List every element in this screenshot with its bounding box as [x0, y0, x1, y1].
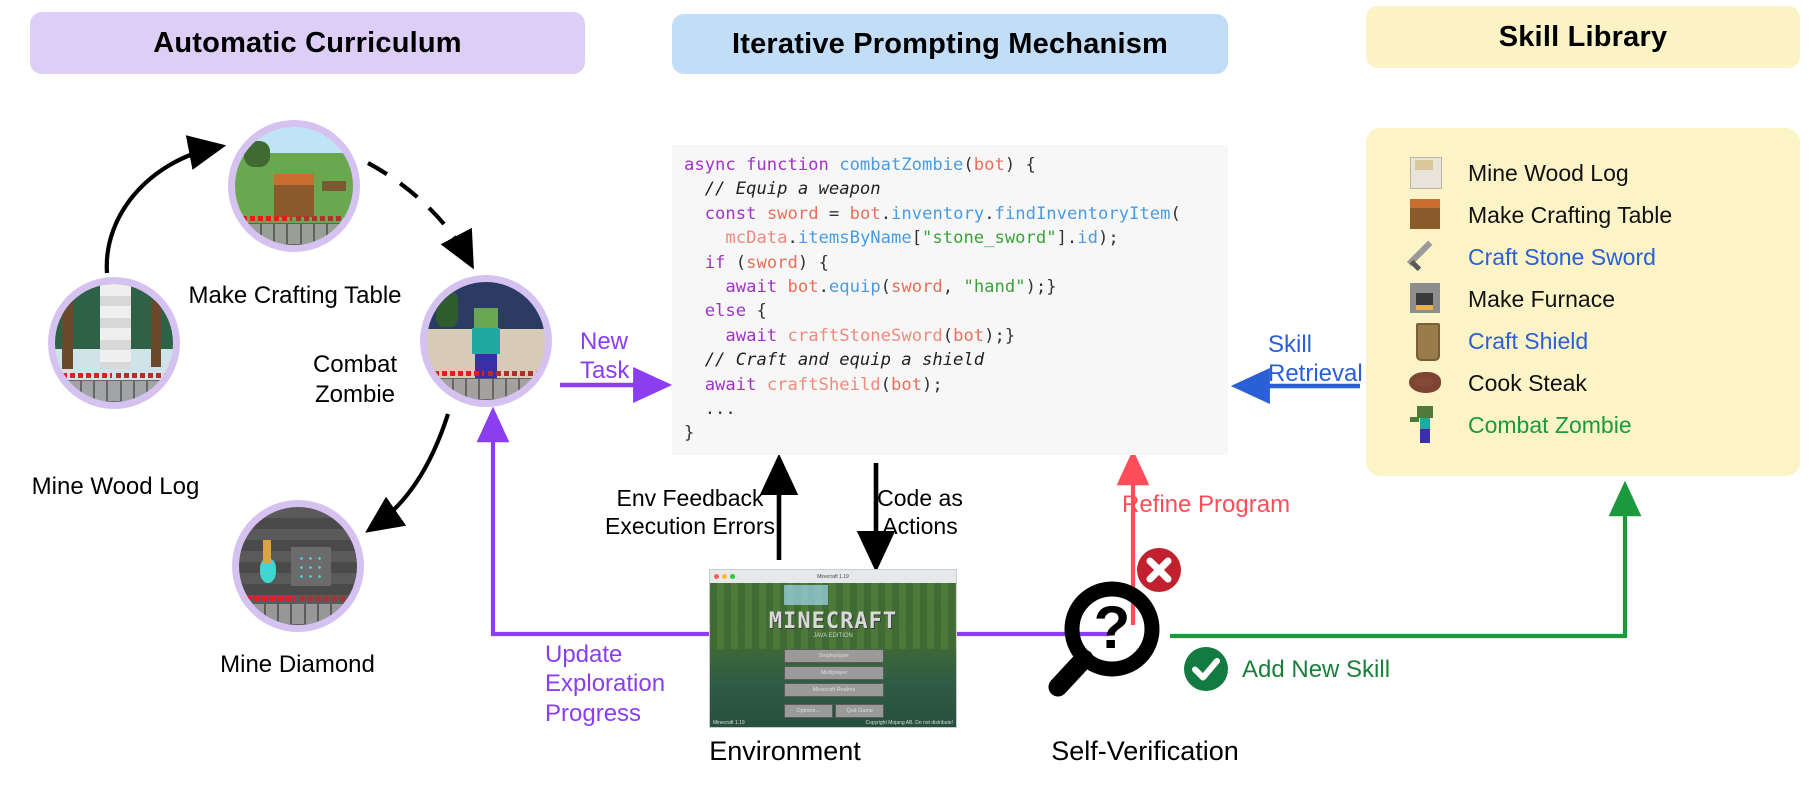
- zombie-icon: [1404, 405, 1450, 445]
- skill-label: Craft Shield: [1468, 327, 1589, 354]
- curriculum-label-mine-wood-log: Mine Wood Log: [31, 473, 200, 500]
- skill-label: Make Crafting Table: [1468, 201, 1673, 228]
- steak-icon: [1404, 363, 1450, 403]
- curriculum-label-combat-zombie-line1: Combat: [312, 351, 398, 378]
- curriculum-label-combat-zombie-line2: Zombie: [314, 381, 396, 408]
- skill-item-combat-zombie[interactable]: Combat Zombie: [1404, 404, 1632, 446]
- skill-label: Mine Wood Log: [1468, 159, 1629, 186]
- curriculum-label-make-crafting-table: Make Crafting Table: [188, 282, 402, 309]
- code-snippet: async function combatZombie(bot) { // Eq…: [672, 145, 1228, 455]
- minecraft-environment-window[interactable]: Minecraft 1.19 MINECRAFT JAVA EDITION Si…: [709, 569, 957, 728]
- minecraft-realms-button[interactable]: Minecraft Realms: [783, 683, 885, 697]
- quit-game-button[interactable]: Quit Game: [835, 704, 885, 718]
- skill-item-make-furnace[interactable]: Make Furnace: [1404, 278, 1615, 320]
- header-automatic-curriculum: Automatic Curriculum: [30, 12, 585, 74]
- shield-icon: [1404, 321, 1450, 361]
- header-skill-library: Skill Library: [1366, 6, 1800, 68]
- svg-text:?: ?: [1094, 594, 1131, 661]
- furnace-icon: [1404, 279, 1450, 319]
- window-traffic-lights[interactable]: [714, 574, 735, 579]
- curriculum-label-combat-zombie: Combat Zombie: [290, 350, 420, 410]
- skill-item-craft-stone-sword[interactable]: Craft Stone Sword: [1404, 236, 1656, 278]
- label-update-exploration-progress: Update Exploration Progress: [545, 640, 705, 728]
- curriculum-node-make-crafting-table[interactable]: [228, 120, 360, 252]
- label-env-feedback: Env Feedback Execution Errors: [585, 484, 795, 540]
- skill-label: Craft Stone Sword: [1468, 243, 1656, 270]
- curriculum-node-mine-diamond[interactable]: [232, 500, 364, 632]
- curriculum-node-mine-wood-log[interactable]: [48, 277, 180, 409]
- header-iterative-prompting-label: Iterative Prompting Mechanism: [731, 27, 1169, 60]
- success-check-icon: [1182, 645, 1230, 693]
- label-code-as-actions: Code as Actions: [855, 484, 985, 540]
- singleplayer-button[interactable]: Singleplayer: [783, 649, 885, 663]
- header-automatic-curriculum-label: Automatic Curriculum: [153, 26, 462, 59]
- node-image-make-crafting-table: [235, 127, 353, 245]
- node-image-mine-wood-log: [55, 284, 173, 402]
- stone-sword-icon: [1404, 237, 1450, 277]
- label-update-line3: Progress: [545, 699, 642, 727]
- label-code-as-actions-line2: Actions: [882, 513, 958, 540]
- minecraft-subtitle: JAVA EDITION: [813, 633, 853, 639]
- header-skill-library-label: Skill Library: [1498, 20, 1668, 53]
- multiplayer-button[interactable]: Multiplayer: [783, 666, 885, 680]
- skill-library-panel: Mine Wood Log Make Crafting Table Craft …: [1366, 128, 1800, 476]
- magnifier-question-icon: ?: [1048, 577, 1168, 697]
- minecraft-logo: MINECRAFT: [768, 609, 898, 634]
- label-skill-retrieval-line1: Skill: [1268, 331, 1313, 358]
- node-image-combat-zombie: [427, 282, 545, 400]
- label-environment: Environment: [709, 736, 861, 766]
- window-title: Minecraft 1.19: [817, 573, 849, 580]
- wood-log-icon: [1404, 153, 1450, 193]
- minecraft-copyright: Copyright Mojang AB. Do not distribute!: [865, 720, 953, 726]
- label-skill-retrieval-line2: Retrieval: [1268, 360, 1363, 388]
- label-update-line1: Update: [545, 641, 623, 668]
- label-env-feedback-line2: Execution Errors: [604, 513, 775, 540]
- label-add-new-skill: Add New Skill: [1242, 656, 1391, 683]
- label-new-task: New Task: [580, 327, 676, 386]
- label-update-line2: Exploration: [545, 670, 666, 698]
- label-env-feedback-line1: Env Feedback: [616, 485, 764, 511]
- label-self-verification: Self-Verification: [1051, 736, 1239, 766]
- curriculum-label-mine-diamond: Mine Diamond: [220, 651, 375, 678]
- label-new-task-line1: New: [580, 328, 629, 355]
- label-new-task-line2: Task: [580, 357, 630, 385]
- skill-label: Make Furnace: [1468, 285, 1616, 312]
- skill-label: Cook Steak: [1468, 369, 1587, 396]
- minecraft-menu-screen: MINECRAFT JAVA EDITION Singleplayer Mult…: [710, 583, 956, 727]
- options-button[interactable]: Options...: [783, 704, 833, 718]
- crafting-table-icon: [1404, 195, 1450, 235]
- skill-item-make-crafting-table[interactable]: Make Crafting Table: [1404, 194, 1672, 236]
- label-skill-retrieval: Skill Retrieval: [1268, 330, 1408, 389]
- label-refine-program: Refine Program: [1122, 491, 1291, 518]
- curriculum-node-combat-zombie[interactable]: [420, 275, 552, 407]
- skill-label: Combat Zombie: [1468, 411, 1632, 438]
- skill-item-cook-steak[interactable]: Cook Steak: [1404, 362, 1587, 404]
- skill-item-craft-shield[interactable]: Craft Shield: [1404, 320, 1588, 362]
- window-titlebar: Minecraft 1.19: [710, 570, 956, 583]
- header-iterative-prompting: Iterative Prompting Mechanism: [672, 14, 1228, 74]
- label-code-as-actions-line1: Code as: [877, 485, 963, 511]
- node-image-mine-diamond: [239, 507, 357, 625]
- skill-item-mine-wood-log[interactable]: Mine Wood Log: [1404, 152, 1629, 194]
- minecraft-version: Minecraft 1.19: [713, 720, 745, 726]
